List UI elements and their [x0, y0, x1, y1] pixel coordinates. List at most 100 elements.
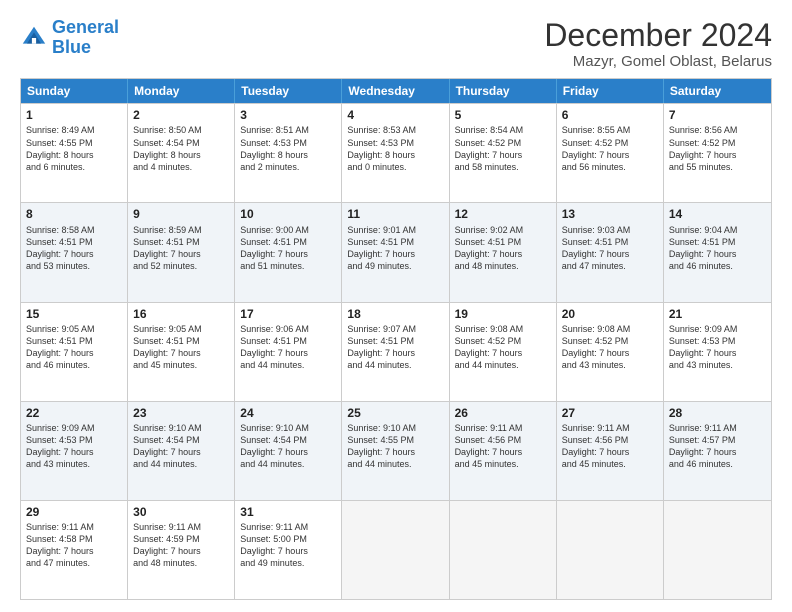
day-info: Sunrise: 8:54 AM: [455, 125, 524, 135]
day-number: 18: [347, 306, 443, 322]
day-info: Sunrise: 9:06 AM: [240, 324, 309, 334]
day-info: Sunrise: 9:03 AM: [562, 225, 631, 235]
day-info: Sunrise: 9:05 AM: [133, 324, 202, 334]
day-info: Sunrise: 8:49 AM: [26, 125, 95, 135]
day-info: Daylight: 7 hours: [26, 546, 94, 556]
day-info: Sunset: 4:54 PM: [240, 435, 307, 445]
day-number: 4: [347, 107, 443, 123]
day-info: Sunrise: 9:08 AM: [455, 324, 524, 334]
day-info: Sunrise: 8:55 AM: [562, 125, 631, 135]
calendar-cell: 10Sunrise: 9:00 AMSunset: 4:51 PMDayligh…: [235, 203, 342, 301]
calendar-cell: 12Sunrise: 9:02 AMSunset: 4:51 PMDayligh…: [450, 203, 557, 301]
day-number: 28: [669, 405, 766, 421]
calendar-cell: 8Sunrise: 8:58 AMSunset: 4:51 PMDaylight…: [21, 203, 128, 301]
day-info: Sunrise: 9:07 AM: [347, 324, 416, 334]
day-info: Sunrise: 9:09 AM: [26, 423, 95, 433]
day-info: Daylight: 7 hours: [347, 249, 415, 259]
day-info: and 46 minutes.: [26, 360, 90, 370]
day-info: Sunset: 4:51 PM: [562, 237, 629, 247]
calendar-cell: 1Sunrise: 8:49 AMSunset: 4:55 PMDaylight…: [21, 104, 128, 202]
day-info: Sunrise: 9:02 AM: [455, 225, 524, 235]
calendar-week-4: 22 Sunrise: 9:09 AM Sunset: 4:53 PM Dayligh…: [21, 401, 771, 500]
day-info: Daylight: 7 hours: [669, 150, 737, 160]
logo: GeneralBlue: [20, 18, 119, 58]
day-info: Daylight: 7 hours: [240, 546, 308, 556]
day-info: Daylight: 8 hours: [26, 150, 94, 160]
day-info: Sunrise: 9:08 AM: [562, 324, 631, 334]
calendar-cell: 24Sunrise: 9:10 AMSunset: 4:54 PMDayligh…: [235, 402, 342, 500]
day-info: Sunset: 4:58 PM: [26, 534, 93, 544]
day-info: and 0 minutes.: [347, 162, 406, 172]
day-info: Daylight: 7 hours: [26, 447, 94, 457]
day-info: Daylight: 7 hours: [133, 348, 201, 358]
day-info: Daylight: 8 hours: [347, 150, 415, 160]
calendar-cell: 5Sunrise: 8:54 AMSunset: 4:52 PMDaylight…: [450, 104, 557, 202]
calendar-cell: 19Sunrise: 9:08 AMSunset: 4:52 PMDayligh…: [450, 303, 557, 401]
calendar-cell: 26Sunrise: 9:11 AMSunset: 4:56 PMDayligh…: [450, 402, 557, 500]
day-number: 11: [347, 206, 443, 222]
day-number: 16: [133, 306, 229, 322]
calendar-cell: 18Sunrise: 9:07 AMSunset: 4:51 PMDayligh…: [342, 303, 449, 401]
header-thursday: Thursday: [450, 79, 557, 103]
day-info: Sunset: 4:52 PM: [669, 138, 736, 148]
logo-icon: [20, 24, 48, 52]
day-info: and 45 minutes.: [455, 459, 519, 469]
day-number: 25: [347, 405, 443, 421]
calendar-cell: [664, 501, 771, 599]
day-info: Sunset: 4:52 PM: [562, 336, 629, 346]
day-number: 31: [240, 504, 336, 520]
day-number: 29: [26, 504, 122, 520]
day-info: Sunrise: 8:50 AM: [133, 125, 202, 135]
calendar-cell: 31Sunrise: 9:11 AMSunset: 5:00 PMDayligh…: [235, 501, 342, 599]
day-info: Sunset: 4:51 PM: [455, 237, 522, 247]
day-info: Sunset: 4:53 PM: [26, 435, 93, 445]
calendar-cell: 21Sunrise: 9:09 AMSunset: 4:53 PMDayligh…: [664, 303, 771, 401]
day-info: Daylight: 7 hours: [455, 348, 523, 358]
day-info: Sunrise: 8:53 AM: [347, 125, 416, 135]
day-info: and 44 minutes.: [240, 459, 304, 469]
day-info: Daylight: 7 hours: [347, 348, 415, 358]
day-number: 2: [133, 107, 229, 123]
calendar-cell: 15Sunrise: 9:05 AMSunset: 4:51 PMDayligh…: [21, 303, 128, 401]
day-info: and 52 minutes.: [133, 261, 197, 271]
day-info: and 46 minutes.: [669, 459, 733, 469]
day-info: Sunrise: 9:10 AM: [240, 423, 309, 433]
day-info: Sunset: 4:51 PM: [347, 237, 414, 247]
header-monday: Monday: [128, 79, 235, 103]
day-info: Daylight: 7 hours: [455, 150, 523, 160]
day-number: 27: [562, 405, 658, 421]
calendar-cell: 23Sunrise: 9:10 AMSunset: 4:54 PMDayligh…: [128, 402, 235, 500]
day-number: 8: [26, 206, 122, 222]
header-wednesday: Wednesday: [342, 79, 449, 103]
day-info: and 48 minutes.: [133, 558, 197, 568]
day-number: 19: [455, 306, 551, 322]
day-info: Sunset: 4:51 PM: [669, 237, 736, 247]
day-info: Daylight: 7 hours: [240, 447, 308, 457]
day-info: and 44 minutes.: [240, 360, 304, 370]
day-info: and 48 minutes.: [455, 261, 519, 271]
day-info: Sunset: 4:59 PM: [133, 534, 200, 544]
day-info: Sunset: 4:51 PM: [133, 336, 200, 346]
calendar-cell: 16 Sunrise: 9:05 AM Sunset: 4:51 PM Dayligh…: [128, 303, 235, 401]
day-info: Daylight: 7 hours: [133, 249, 201, 259]
day-info: and 49 minutes.: [347, 261, 411, 271]
day-number: 22: [26, 405, 122, 421]
day-info: Sunrise: 9:11 AM: [133, 522, 201, 532]
header-sunday: Sunday: [21, 79, 128, 103]
day-info: Sunset: 4:51 PM: [26, 336, 93, 346]
day-info: Daylight: 8 hours: [240, 150, 308, 160]
calendar-cell: 4 Sunrise: 8:53 AM Sunset: 4:53 PM Daylight…: [342, 104, 449, 202]
day-info: Sunset: 4:53 PM: [347, 138, 414, 148]
day-info: Daylight: 7 hours: [133, 546, 201, 556]
calendar-cell: 13Sunrise: 9:03 AMSunset: 4:51 PMDayligh…: [557, 203, 664, 301]
day-info: Daylight: 7 hours: [26, 348, 94, 358]
day-info: Sunrise: 9:11 AM: [26, 522, 94, 532]
day-info: and 43 minutes.: [562, 360, 626, 370]
day-number: 15: [26, 306, 122, 322]
day-number: 23: [133, 405, 229, 421]
day-info: Sunset: 4:51 PM: [26, 237, 93, 247]
day-info: Sunset: 4:52 PM: [562, 138, 629, 148]
day-info: Sunrise: 8:56 AM: [669, 125, 738, 135]
calendar-cell: 25Sunrise: 9:10 AMSunset: 4:55 PMDayligh…: [342, 402, 449, 500]
day-info: Daylight: 7 hours: [455, 249, 523, 259]
